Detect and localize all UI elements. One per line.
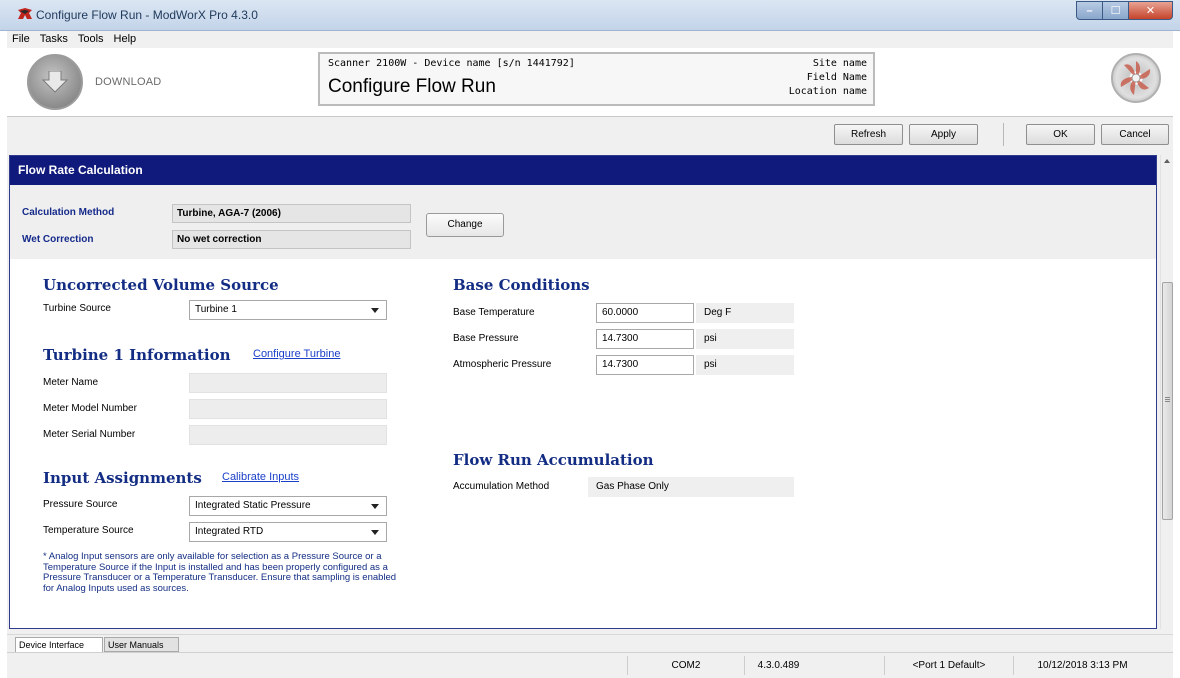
chevron-down-icon xyxy=(371,530,379,535)
field-name: Field Name xyxy=(806,72,867,83)
base-temperature-label: Base Temperature xyxy=(453,307,535,318)
base-temperature-input[interactable]: 60.0000 xyxy=(596,303,694,323)
base-pressure-unit: psi xyxy=(696,329,794,349)
download-arrow-icon xyxy=(42,71,68,93)
status-port-default: <Port 1 Default> xyxy=(884,656,1013,675)
menu-tools[interactable]: Tools xyxy=(78,31,104,48)
chevron-down-icon xyxy=(371,504,379,509)
turbine-info-heading: Turbine 1 Information xyxy=(43,346,231,364)
flow-rate-panel: Flow Rate Calculation Calculation Method… xyxy=(9,155,1157,629)
scroll-thumb[interactable] xyxy=(1162,282,1173,520)
base-conditions-heading: Base Conditions xyxy=(453,276,590,294)
menu-bar: File Tasks Tools Help xyxy=(7,31,1173,48)
scroll-up-icon[interactable] xyxy=(1164,159,1170,163)
calc-method-value: Turbine, AGA-7 (2006) xyxy=(172,204,411,223)
turbine-source-value: Turbine 1 xyxy=(195,304,237,315)
header-bar: DOWNLOAD Scanner 2100W - Device name [s/… xyxy=(7,48,1173,117)
temperature-source-value: Integrated RTD xyxy=(195,526,264,537)
minimize-button[interactable]: – xyxy=(1076,1,1103,20)
tab-device-interface[interactable]: Device Interface xyxy=(15,637,103,652)
vertical-scrollbar[interactable] xyxy=(1160,155,1173,629)
calc-method-label: Calculation Method xyxy=(22,207,115,218)
status-datetime: 10/12/2018 3:13 PM xyxy=(1013,656,1151,675)
meter-serial-label: Meter Serial Number xyxy=(43,429,136,440)
cancel-button[interactable]: Cancel xyxy=(1101,124,1169,145)
location-name: Location name xyxy=(788,86,867,97)
atmospheric-pressure-input[interactable]: 14.7300 xyxy=(596,355,694,375)
meter-serial-field xyxy=(189,425,387,445)
bottom-tabs: Device Interface User Manuals xyxy=(7,634,1173,652)
window-title: Configure Flow Run - ModWorX Pro 4.3.0 xyxy=(36,8,258,22)
ok-button[interactable]: OK xyxy=(1026,124,1095,145)
download-button[interactable] xyxy=(27,54,83,110)
status-bar: COM2 4.3.0.489 <Port 1 Default> 10/12/20… xyxy=(7,652,1173,678)
wet-correction-value: No wet correction xyxy=(172,230,411,249)
apply-button[interactable]: Apply xyxy=(909,124,978,145)
pressure-source-label: Pressure Source xyxy=(43,499,118,510)
turbine-fan-icon xyxy=(1120,61,1151,95)
device-info-box: Scanner 2100W - Device name [s/n 1441792… xyxy=(318,52,875,106)
close-button[interactable]: ✕ xyxy=(1129,1,1173,20)
title-bar: Configure Flow Run - ModWorX Pro 4.3.0 –… xyxy=(0,0,1180,31)
section-header: Flow Rate Calculation xyxy=(10,156,1156,185)
toolbar-divider xyxy=(1003,123,1004,146)
accumulation-method-value: Gas Phase Only xyxy=(588,477,794,497)
grip-icon xyxy=(1165,397,1170,398)
turbine-logo xyxy=(1111,53,1161,103)
turbine-source-select[interactable]: Turbine 1 xyxy=(189,300,387,320)
accumulation-heading: Flow Run Accumulation xyxy=(453,451,654,469)
status-version: 4.3.0.489 xyxy=(744,656,812,675)
change-button[interactable]: Change xyxy=(426,213,504,237)
atmospheric-pressure-unit: psi xyxy=(696,355,794,375)
menu-help[interactable]: Help xyxy=(114,31,137,48)
atmospheric-pressure-label: Atmospheric Pressure xyxy=(453,359,552,370)
configure-turbine-link[interactable]: Configure Turbine xyxy=(253,348,340,360)
pressure-source-value: Integrated Static Pressure xyxy=(195,500,311,511)
uncorrected-volume-heading: Uncorrected Volume Source xyxy=(43,276,279,294)
temperature-source-select[interactable]: Integrated RTD xyxy=(189,522,387,542)
maximize-button[interactable]: ☐ xyxy=(1103,1,1129,20)
wet-correction-label: Wet Correction xyxy=(22,234,94,245)
temperature-source-label: Temperature Source xyxy=(43,525,134,536)
status-port: COM2 xyxy=(627,656,744,675)
page-title: Configure Flow Run xyxy=(328,76,496,97)
meter-name-field xyxy=(189,373,387,393)
download-label: DOWNLOAD xyxy=(95,76,162,88)
pressure-source-select[interactable]: Integrated Static Pressure xyxy=(189,496,387,516)
calibrate-inputs-link[interactable]: Calibrate Inputs xyxy=(222,471,299,483)
app-logo-icon xyxy=(18,8,32,19)
base-pressure-label: Base Pressure xyxy=(453,333,519,344)
site-name: Site name xyxy=(812,58,867,69)
app-frame: File Tasks Tools Help DOWNLOAD Scanner 2… xyxy=(7,31,1173,678)
tab-user-manuals[interactable]: User Manuals xyxy=(104,637,179,652)
input-assignments-heading: Input Assignments xyxy=(43,469,202,487)
base-temperature-unit: Deg F xyxy=(696,303,794,323)
chevron-down-icon xyxy=(371,308,379,313)
menu-file[interactable]: File xyxy=(12,31,30,48)
toolbar: Refresh Apply OK Cancel xyxy=(7,118,1173,150)
window-controls: – ☐ ✕ xyxy=(1076,1,1173,21)
analog-input-note: * Analog Input sensors are only availabl… xyxy=(43,551,397,594)
accumulation-method-label: Accumulation Method xyxy=(453,481,550,492)
turbine-source-label: Turbine Source xyxy=(43,303,111,314)
meter-model-label: Meter Model Number xyxy=(43,403,137,414)
meter-model-field xyxy=(189,399,387,419)
base-pressure-input[interactable]: 14.7300 xyxy=(596,329,694,349)
menu-tasks[interactable]: Tasks xyxy=(40,31,68,48)
device-line: Scanner 2100W - Device name [s/n 1441792… xyxy=(328,58,575,69)
meter-name-label: Meter Name xyxy=(43,377,99,388)
calculation-area: Calculation Method Turbine, AGA-7 (2006)… xyxy=(10,185,1156,259)
refresh-button[interactable]: Refresh xyxy=(834,124,903,145)
